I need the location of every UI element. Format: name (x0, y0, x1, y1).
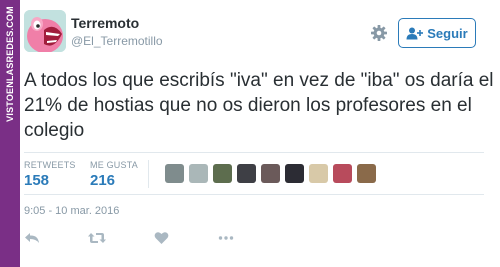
liker-avatar[interactable] (189, 164, 208, 183)
heart-icon[interactable] (154, 231, 169, 245)
liker-avatar[interactable] (213, 164, 232, 183)
tweet-text: A todos los que escribís "iva" en vez de… (24, 70, 494, 141)
liker-avatar[interactable] (237, 164, 256, 183)
reply-icon[interactable] (24, 231, 40, 245)
add-user-icon (406, 27, 424, 39)
gear-icon[interactable] (370, 24, 388, 42)
liker-avatar[interactable] (333, 164, 352, 183)
watermark-text: VISTOENLASREDES.COM (5, 6, 15, 122)
display-name[interactable]: Terremoto (71, 15, 139, 31)
retweets-label[interactable]: RETWEETS (24, 160, 76, 170)
retweets-count[interactable]: 158 (24, 172, 49, 189)
username[interactable]: @El_Terremotillo (71, 34, 163, 48)
avatar[interactable] (24, 10, 66, 52)
more-icon[interactable] (218, 231, 234, 245)
pink-monster-avatar-icon (24, 10, 66, 52)
retweet-icon[interactable] (87, 231, 107, 245)
divider (24, 152, 484, 153)
follow-button[interactable]: Seguir (398, 18, 476, 48)
liker-avatar[interactable] (261, 164, 280, 183)
watermark-strip: VISTOENLASREDES.COM (0, 0, 20, 267)
follow-label: Seguir (427, 25, 468, 41)
liker-avatar[interactable] (309, 164, 328, 183)
liker-avatar[interactable] (285, 164, 304, 183)
timestamp[interactable]: 9:05 - 10 mar. 2016 (24, 205, 119, 217)
liker-avatar[interactable] (357, 164, 376, 183)
likes-count[interactable]: 216 (90, 172, 115, 189)
likes-label[interactable]: ME GUSTA (90, 160, 138, 170)
liker-avatar[interactable] (165, 164, 184, 183)
stats-separator (148, 160, 149, 188)
divider (24, 194, 484, 195)
liker-avatars (165, 164, 376, 183)
